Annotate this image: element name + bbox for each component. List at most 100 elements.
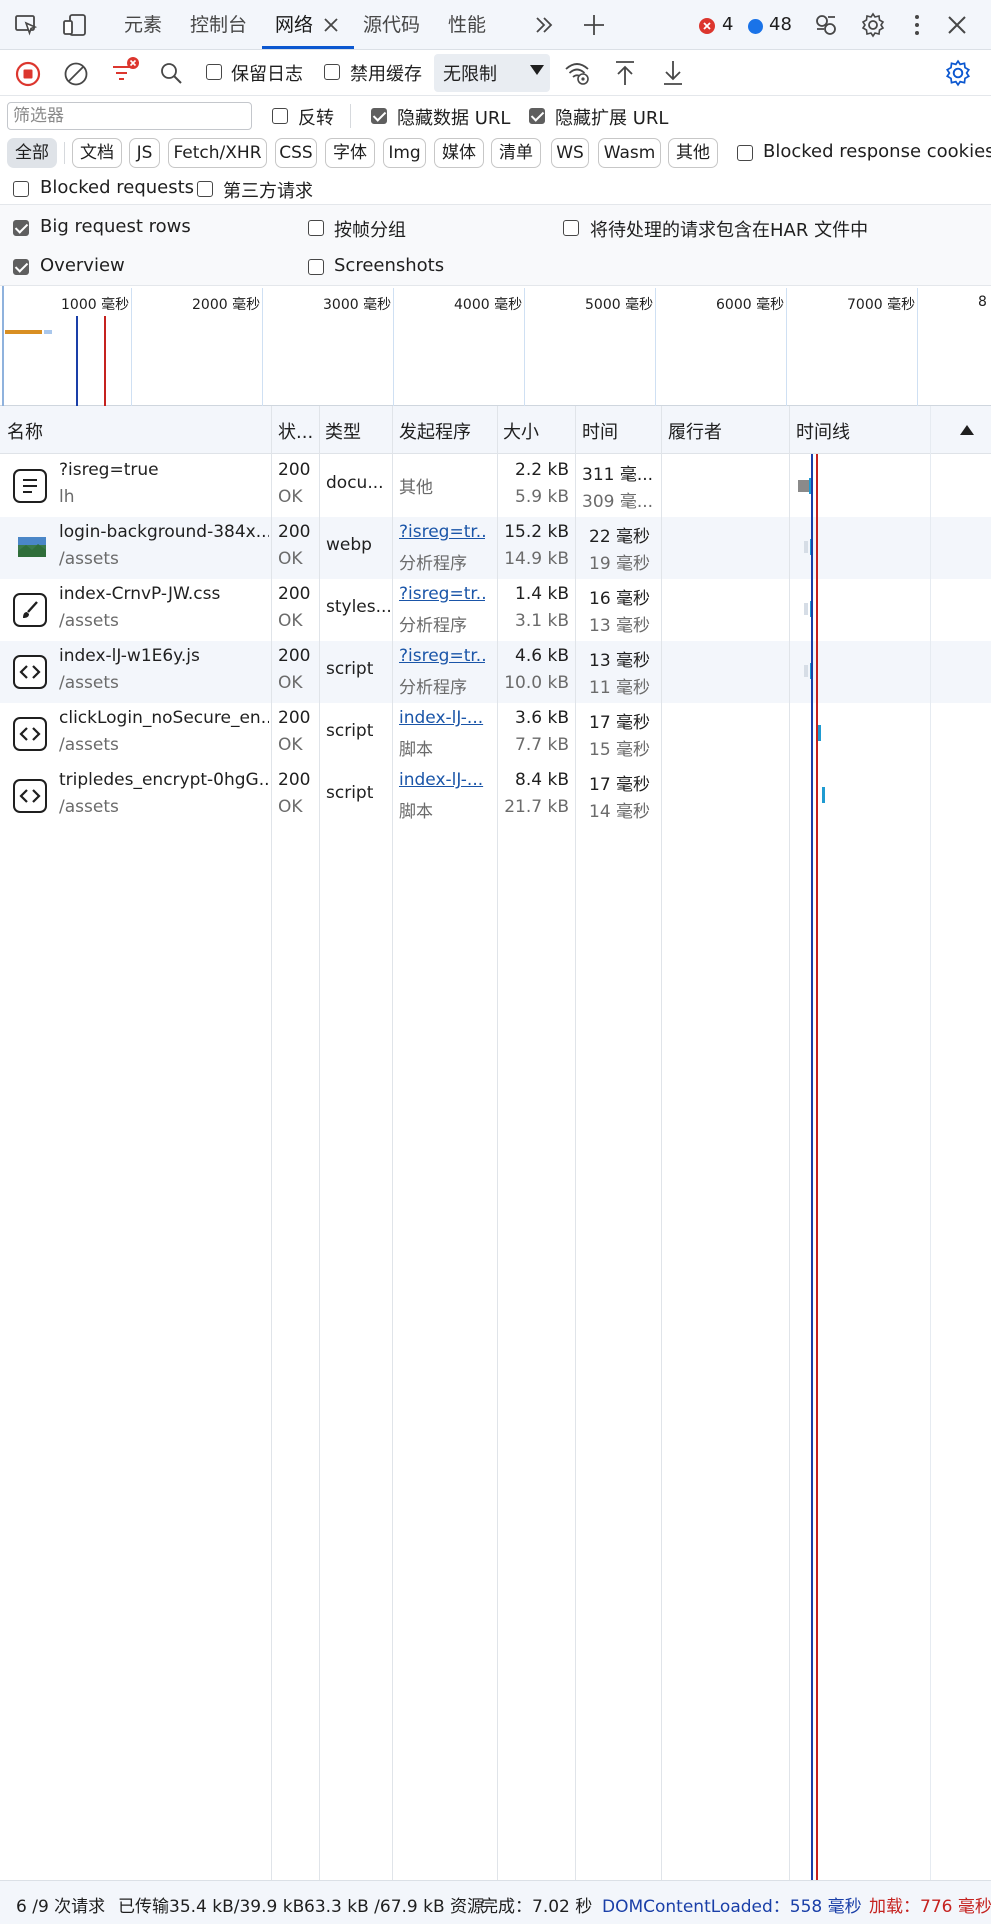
export-har-icon[interactable] xyxy=(661,59,685,87)
initiator-link[interactable]: ?isreg=tr... xyxy=(399,522,485,542)
tab-performance[interactable]: 性能 xyxy=(448,0,486,50)
message-badge-icon[interactable] xyxy=(748,19,763,34)
resources-size: 63.3 kB /67.9 kB 资源 xyxy=(304,1897,485,1917)
table-row[interactable]: index-CrnvP-JW.css /assets 200 OK styles… xyxy=(0,579,991,641)
table-row[interactable]: login-background-384x... /assets 200 OK … xyxy=(0,517,991,579)
document-icon xyxy=(13,469,47,503)
group-by-frame-checkbox[interactable] xyxy=(308,220,324,236)
latency: 309 毫... xyxy=(582,492,654,512)
tab-elements[interactable]: 元素 xyxy=(124,0,162,50)
column-divider[interactable] xyxy=(575,406,576,1880)
message-count[interactable]: 48 xyxy=(769,14,792,35)
hide-extension-urls-checkbox[interactable] xyxy=(529,108,545,124)
more-tabs-icon[interactable] xyxy=(533,14,555,36)
record-stop-icon[interactable] xyxy=(15,61,41,87)
column-divider[interactable] xyxy=(319,406,320,1880)
overview-tick-label: 1000 毫秒 xyxy=(61,297,130,313)
network-settings-icon[interactable] xyxy=(944,59,972,87)
hide-data-urls-checkbox[interactable] xyxy=(371,108,387,124)
column-header-waterfall[interactable]: 时间线 xyxy=(796,418,850,444)
request-name: tripledes_encrypt-0hgG... xyxy=(59,770,269,790)
type-filter-font[interactable]: 字体 xyxy=(325,138,375,168)
sort-ascending-icon[interactable] xyxy=(960,425,974,435)
type-filter-doc[interactable]: 文档 xyxy=(72,138,122,168)
column-divider[interactable] xyxy=(271,406,272,1880)
screenshots-checkbox[interactable] xyxy=(308,259,324,275)
type-filter-wasm[interactable]: Wasm xyxy=(598,138,661,168)
disable-cache-checkbox[interactable] xyxy=(324,64,340,80)
column-header-type[interactable]: 类型 xyxy=(325,418,361,444)
overview-checkbox[interactable] xyxy=(13,259,29,275)
request-name: login-background-384x... xyxy=(59,522,269,542)
type-filter-css[interactable]: CSS xyxy=(275,138,317,168)
preserve-log-checkbox[interactable] xyxy=(206,64,222,80)
type-filter-ws[interactable]: WS xyxy=(551,138,589,168)
close-tab-icon[interactable] xyxy=(322,16,340,34)
tab-network[interactable]: 网络 xyxy=(275,0,313,50)
divider xyxy=(350,104,351,128)
column-divider[interactable] xyxy=(497,406,498,1880)
column-header-time[interactable]: 时间 xyxy=(582,418,618,444)
error-badge-icon[interactable] xyxy=(699,18,715,34)
request-type: webp xyxy=(326,535,372,555)
overview-gridline xyxy=(917,288,918,406)
initiator-link[interactable]: ?isreg=tr... xyxy=(399,646,485,666)
big-request-rows-checkbox[interactable] xyxy=(13,220,29,236)
device-toolbar-icon[interactable] xyxy=(62,13,88,37)
table-row[interactable]: clickLogin_noSecure_en... /assets 200 OK… xyxy=(0,703,991,765)
request-name: index-lJ-w1E6y.js xyxy=(59,646,200,666)
overview-tick-label: 7000 毫秒 xyxy=(847,297,916,313)
type-filter-fetch-xhr[interactable]: Fetch/XHR xyxy=(168,138,267,168)
filter-icon[interactable] xyxy=(108,56,140,88)
more-options-icon[interactable] xyxy=(910,13,924,37)
column-header-name[interactable]: 名称 xyxy=(7,418,43,444)
type-filter-manifest[interactable]: 清单 xyxy=(491,138,541,168)
column-header-fulfilled-by[interactable]: 履行者 xyxy=(668,418,722,444)
blocked-requests-checkbox[interactable] xyxy=(13,181,29,197)
third-party-checkbox[interactable] xyxy=(197,181,213,197)
invert-label: 反转 xyxy=(298,108,334,129)
import-har-icon[interactable] xyxy=(613,59,637,87)
clear-icon[interactable] xyxy=(63,61,89,87)
devtools-network-panel: 元素 控制台 网络 源代码 性能 4 48 保留日志 禁用缓存 无限制 筛选器 … xyxy=(0,0,991,1924)
add-tab-icon[interactable] xyxy=(582,13,606,37)
initiator-link[interactable]: ?isreg=tr... xyxy=(399,584,485,604)
table-row[interactable]: tripledes_encrypt-0hgG... /assets 200 OK… xyxy=(0,765,991,827)
latency: 14 毫秒 xyxy=(589,802,651,822)
initiator-link[interactable]: index-lJ-... xyxy=(399,770,485,790)
column-divider[interactable] xyxy=(661,406,662,1880)
column-divider[interactable] xyxy=(392,406,393,1880)
column-header-size[interactable]: 大小 xyxy=(503,418,539,444)
search-icon[interactable] xyxy=(159,61,183,85)
table-row[interactable]: index-lJ-w1E6y.js /assets 200 OK script … xyxy=(0,641,991,703)
close-devtools-icon[interactable] xyxy=(946,14,968,36)
network-conditions-icon[interactable] xyxy=(563,59,591,87)
resource-size: 10.0 kB xyxy=(504,673,569,693)
type-filter-media[interactable]: 媒体 xyxy=(434,138,484,168)
overview-gridline xyxy=(524,288,525,406)
column-header-status[interactable]: 状... xyxy=(278,418,313,444)
dom-content-loaded-time: DOMContentLoaded：558 毫秒 xyxy=(602,1897,862,1917)
type-filter-js[interactable]: JS xyxy=(129,138,160,168)
tab-console[interactable]: 控制台 xyxy=(190,0,247,50)
inspect-element-icon[interactable] xyxy=(14,13,38,37)
table-row[interactable]: ?isreg=true lh 200 OK docu... 其他 2.2 kB … xyxy=(0,455,991,517)
include-pending-har-checkbox[interactable] xyxy=(563,220,579,236)
customize-issues-icon[interactable] xyxy=(813,12,839,38)
blocked-response-cookies-checkbox[interactable] xyxy=(737,145,753,161)
column-header-initiator[interactable]: 发起程序 xyxy=(399,418,471,444)
overview-window-handle[interactable] xyxy=(2,286,4,406)
type-filter-img[interactable]: Img xyxy=(383,138,426,168)
initiator-kind: 分析程序 xyxy=(399,554,467,574)
settings-gear-icon[interactable] xyxy=(860,12,886,38)
request-name: index-CrnvP-JW.css xyxy=(59,584,221,604)
error-count[interactable]: 4 xyxy=(722,14,733,35)
invert-checkbox[interactable] xyxy=(272,108,288,124)
type-filter-all[interactable]: 全部 xyxy=(7,138,57,168)
initiator-link[interactable]: index-lJ-... xyxy=(399,708,485,728)
filter-input[interactable]: 筛选器 xyxy=(7,102,252,130)
type-filter-other[interactable]: 其他 xyxy=(668,138,718,168)
column-divider[interactable] xyxy=(789,406,790,1880)
tab-sources[interactable]: 源代码 xyxy=(363,0,420,50)
throttling-value: 无限制 xyxy=(443,64,497,85)
